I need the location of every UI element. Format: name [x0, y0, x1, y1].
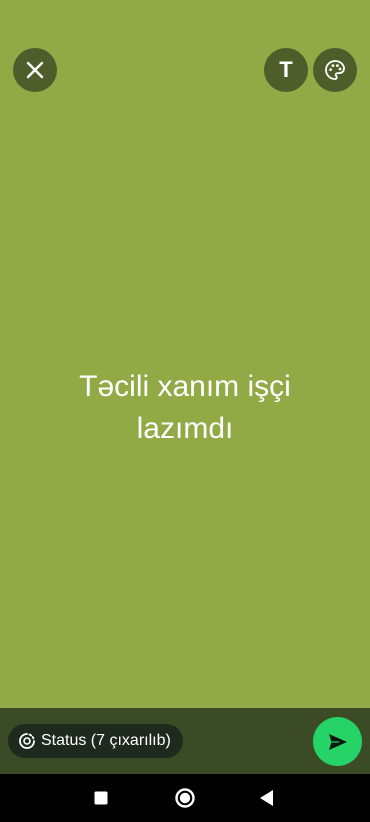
send-icon — [327, 731, 349, 753]
recents-button[interactable] — [77, 774, 125, 822]
status-ring-icon — [18, 732, 36, 750]
text-tool-button[interactable]: T — [264, 48, 308, 92]
bottom-bar: Status (7 çıxarılıb) — [0, 708, 370, 774]
audience-label: Status (7 çıxarılıb) — [41, 732, 171, 749]
palette-icon — [323, 58, 347, 82]
audience-chip[interactable]: Status (7 çıxarılıb) — [8, 724, 183, 758]
close-button[interactable] — [13, 48, 57, 92]
status-composer-screen: T Təcili xanım işçi lazımdı Status (7 çı… — [0, 0, 370, 822]
system-navigation-bar — [0, 774, 370, 822]
back-button[interactable] — [243, 774, 291, 822]
send-button[interactable] — [313, 717, 362, 766]
background-color-button[interactable] — [313, 48, 357, 92]
recents-square-icon — [94, 791, 108, 805]
home-circle-icon — [174, 787, 196, 809]
close-icon — [25, 60, 45, 80]
home-button[interactable] — [161, 774, 209, 822]
back-triangle-icon — [259, 789, 275, 807]
status-text[interactable]: Təcili xanım işçi lazımdı — [30, 366, 340, 450]
text-tool-icon: T — [279, 57, 293, 82]
